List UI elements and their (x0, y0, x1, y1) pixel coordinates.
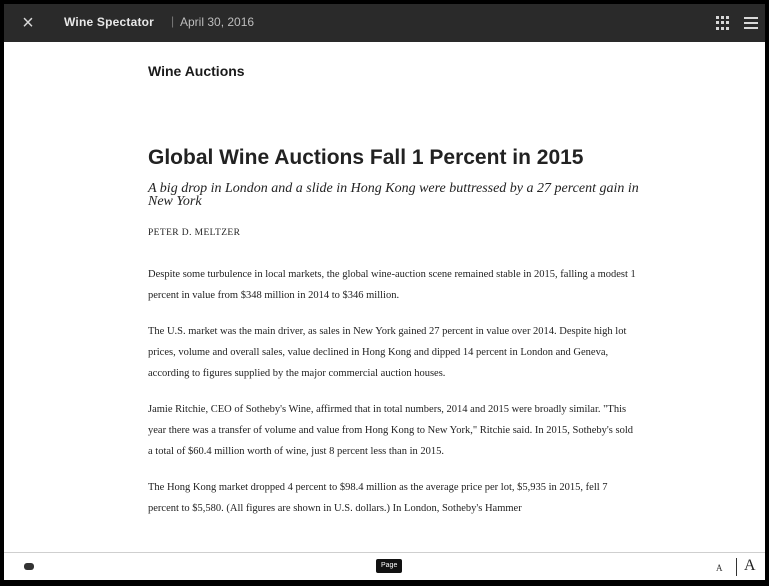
body-paragraph: The U.S. market was the main driver, as … (148, 326, 627, 379)
body-paragraph: The Hong Kong market dropped 4 percent t… (148, 482, 608, 514)
grid-icon[interactable] (716, 16, 730, 30)
top-bar: × Wine Spectator | April 30, 2016 (4, 4, 765, 42)
decrease-font-button[interactable]: A (716, 563, 723, 573)
bottom-bar: Page A A (4, 552, 765, 580)
reader-window: × Wine Spectator | April 30, 2016 Wine A… (4, 4, 765, 580)
article-content[interactable]: Wine Auctions Global Wine Auctions Fall … (4, 42, 765, 552)
section-label: Wine Auctions (148, 63, 245, 79)
issue-date: April 30, 2016 (180, 15, 255, 29)
article-headline: Global Wine Auctions Fall 1 Percent in 2… (148, 146, 584, 169)
increase-font-button[interactable]: A (744, 557, 756, 575)
close-icon[interactable]: × (18, 13, 38, 33)
font-divider (736, 558, 737, 576)
list-icon[interactable] (744, 17, 758, 29)
body-paragraph: Jamie Ritchie, CEO of Sotheby's Wine, af… (148, 404, 633, 457)
body-paragraph: Despite some turbulence in local markets… (148, 269, 636, 301)
article-dek: A big drop in London and a slide in Hong… (148, 181, 639, 209)
article-byline: PETER D. MELTZER (148, 228, 241, 238)
article-body: Despite some turbulence in local markets… (148, 264, 640, 534)
page-view-button[interactable]: Page (376, 559, 403, 573)
title-separator: | (171, 14, 175, 28)
publication-title: Wine Spectator (64, 15, 155, 29)
chat-icon[interactable] (24, 563, 34, 570)
